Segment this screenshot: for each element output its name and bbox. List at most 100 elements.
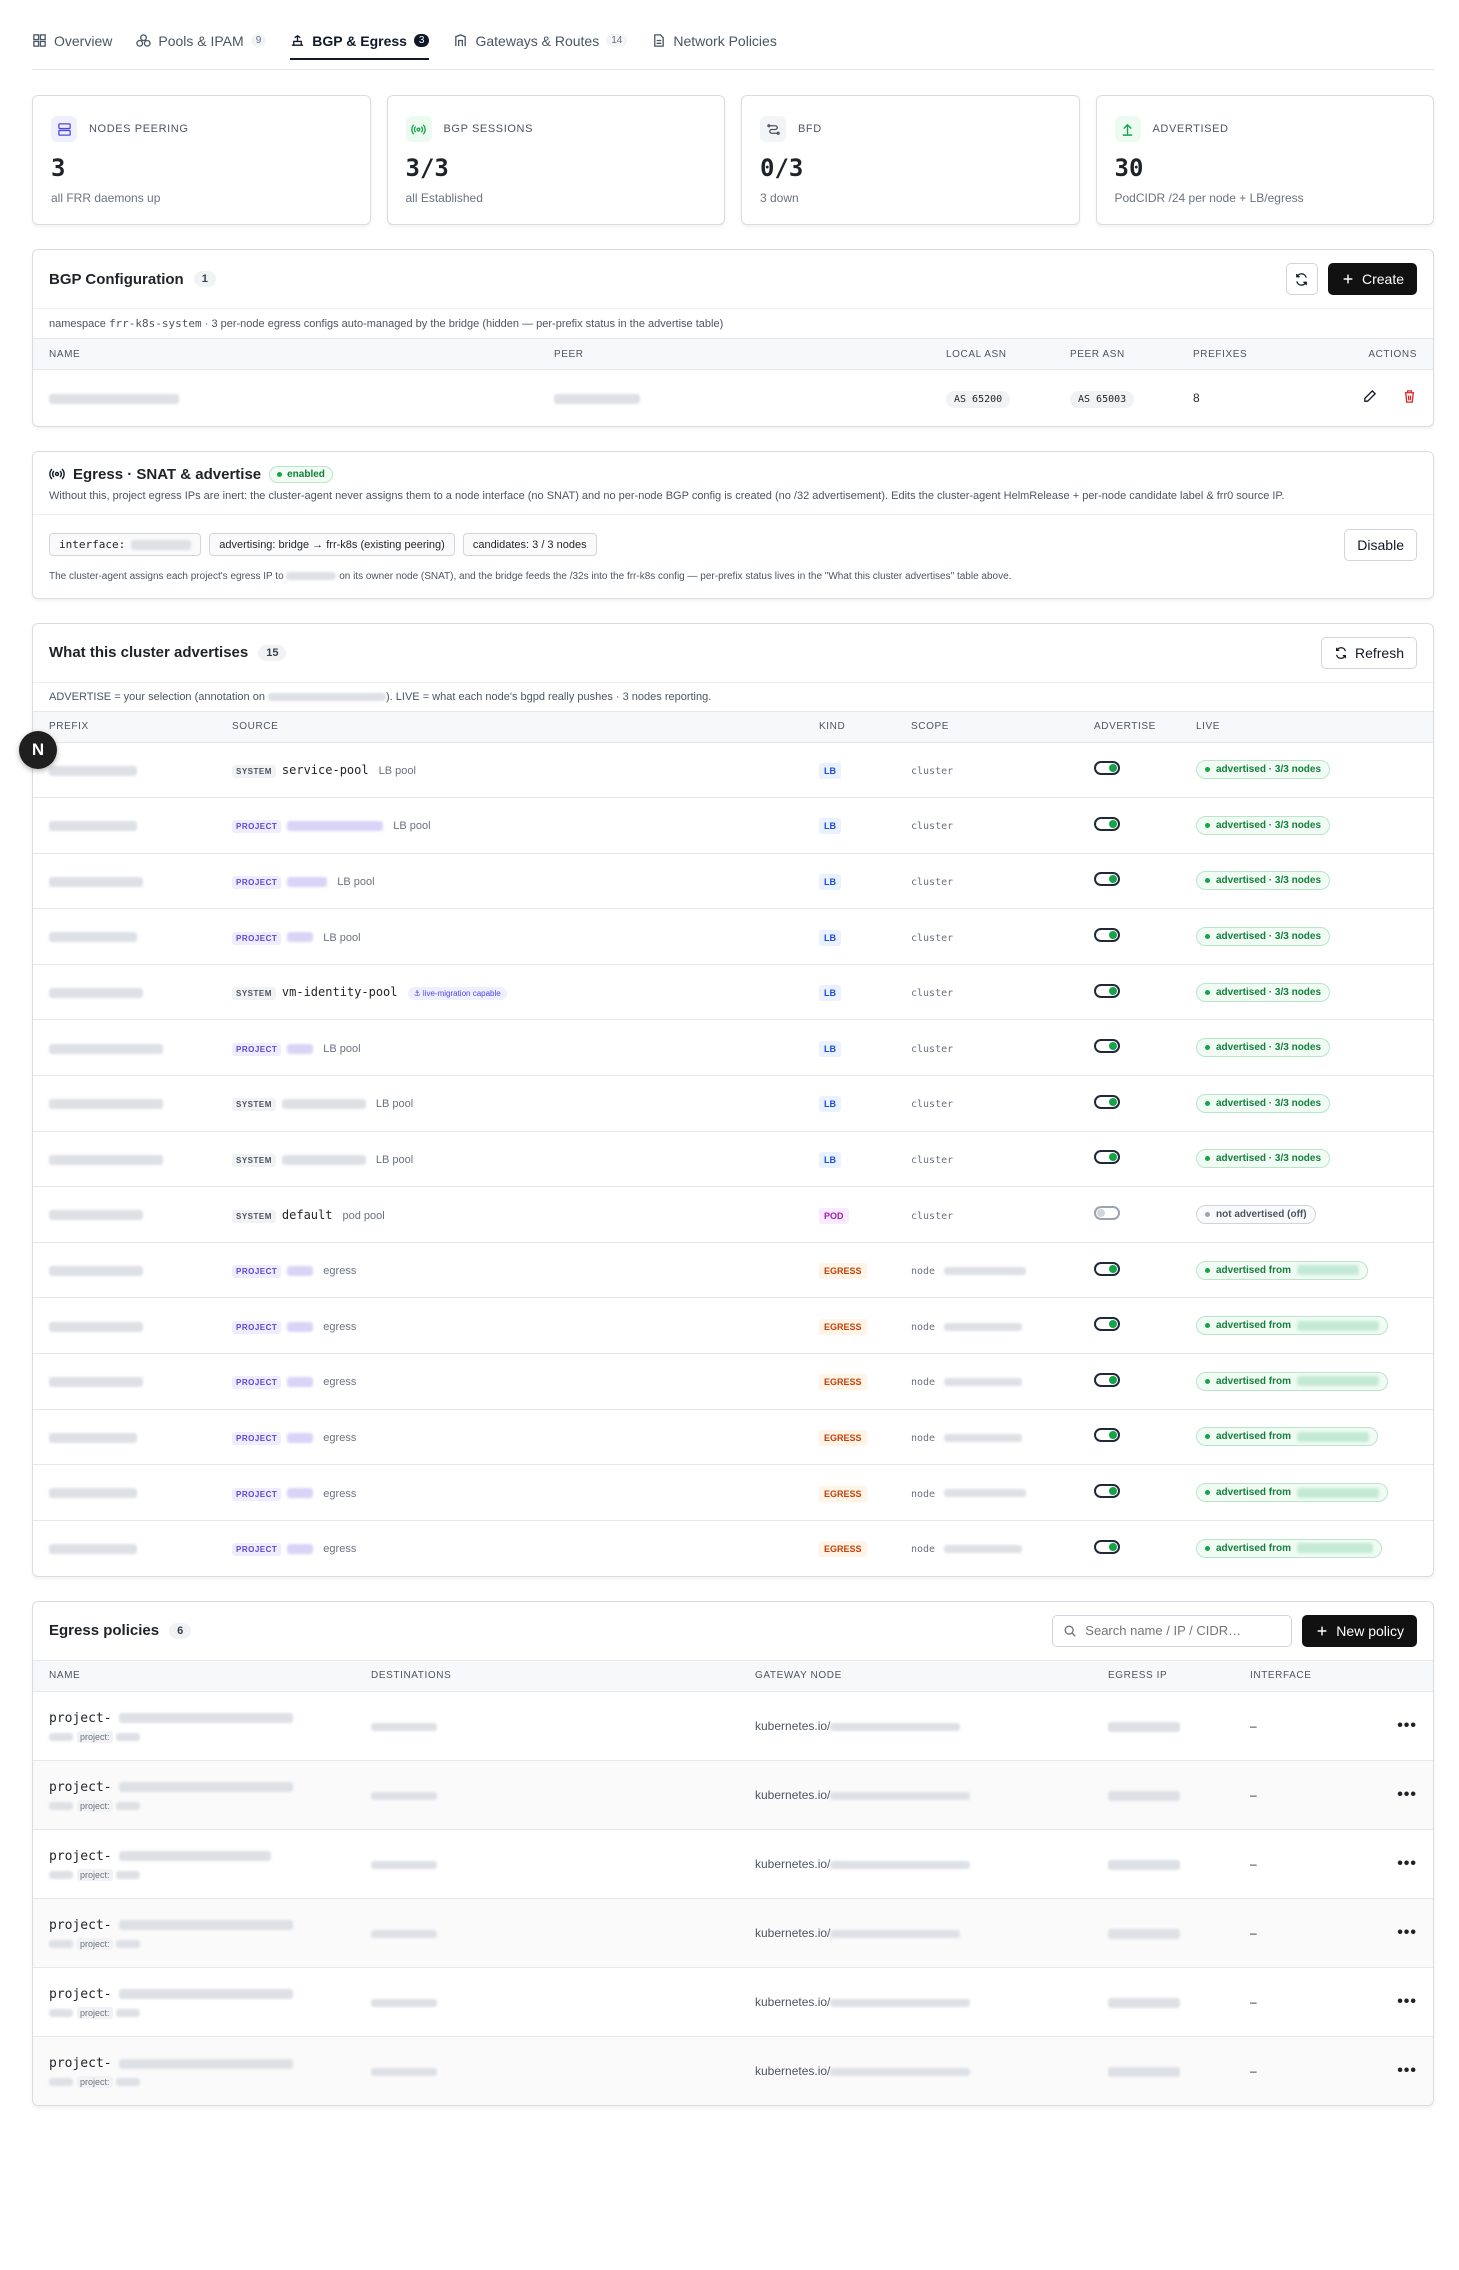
source-kind: egress	[323, 1487, 357, 1500]
source-kind: egress	[323, 1543, 357, 1556]
source-type-badge: SYSTEM	[232, 987, 276, 1001]
stat-label: NODES PEERING	[89, 123, 189, 135]
refresh-button[interactable]: Refresh	[1320, 636, 1417, 669]
bgp-table: NAME PEER LOCAL ASN PEER ASN PREFIXES AC…	[33, 338, 1433, 426]
disable-button[interactable]: Disable	[1344, 528, 1417, 561]
advertise-toggle[interactable]	[1094, 872, 1120, 887]
row-menu-icon[interactable]: •••	[1397, 1924, 1417, 1941]
table-row: PROJECT egress EGRESS node advertised from	[33, 1297, 1433, 1355]
kind-badge: EGRESS	[819, 1318, 867, 1335]
refresh-button[interactable]	[1285, 263, 1318, 295]
scope: node	[911, 1544, 936, 1556]
advertise-toggle[interactable]	[1094, 816, 1120, 831]
create-button[interactable]: Create	[1327, 263, 1417, 295]
tab-gateways-routes[interactable]: Gateways & Routes 14	[453, 0, 628, 70]
redacted-prefix	[49, 932, 137, 943]
live-text: advertised · 3/3 nodes	[1216, 1153, 1322, 1165]
redacted-node	[1297, 1320, 1380, 1331]
button-label: Refresh	[1354, 644, 1404, 661]
redacted-prefix	[49, 1377, 143, 1388]
tab-label: Gateways & Routes	[475, 32, 600, 49]
tab-overview[interactable]: Overview	[32, 0, 112, 70]
scope: node	[911, 1377, 936, 1389]
advertise-toggle[interactable]	[1094, 761, 1120, 776]
redacted-project	[115, 1870, 140, 1879]
delete-button[interactable]	[1402, 389, 1417, 407]
kind-badge: POD	[819, 1207, 849, 1224]
count-badge: 1	[193, 271, 216, 287]
advertise-toggle[interactable]	[1094, 983, 1120, 998]
kind-badge: EGRESS	[819, 1429, 867, 1446]
advertise-toggle[interactable]	[1094, 1484, 1120, 1499]
floating-avatar-button[interactable]: N	[19, 731, 57, 769]
advertise-toggle[interactable]	[1094, 928, 1120, 943]
advertise-toggle[interactable]	[1094, 1317, 1120, 1332]
live-text: advertised · 3/3 nodes	[1216, 986, 1322, 998]
advertise-toggle[interactable]	[1094, 1094, 1120, 1109]
count-badge: 15	[258, 644, 287, 661]
table-row[interactable]: project- project: kubernetes.io/ – •••	[33, 1898, 1433, 1968]
tab-network-policies[interactable]: Network Policies	[651, 0, 777, 70]
redacted-source	[287, 1321, 314, 1332]
table-row[interactable]: project- project: kubernetes.io/ – •••	[33, 1691, 1433, 1761]
advertise-toggle[interactable]	[1094, 1428, 1120, 1443]
tab-bgp-egress[interactable]: BGP & Egress 3	[290, 0, 430, 70]
table-row[interactable]: project- project: kubernetes.io/ – •••	[33, 1829, 1433, 1899]
table-row[interactable]: project- project: kubernetes.io/ – •••	[33, 2036, 1433, 2106]
redacted-name	[119, 1989, 294, 2000]
redacted-egress-ip	[1108, 1721, 1180, 1732]
table-row[interactable]: project- project: kubernetes.io/ – •••	[33, 1760, 1433, 1830]
candidates-chip: candidates: 3 / 3 nodes	[462, 533, 597, 556]
project-label: project:	[77, 1799, 113, 1812]
redacted-name	[119, 2058, 294, 2069]
redacted-project	[115, 2008, 140, 2017]
redacted-project	[115, 1801, 140, 1810]
source-kind: LB pool	[337, 875, 375, 888]
refresh-icon	[1296, 272, 1308, 286]
live-status: advertised from	[1196, 1260, 1369, 1280]
source-type-badge: SYSTEM	[232, 1153, 276, 1167]
source-kind: egress	[323, 1265, 357, 1278]
advertise-toggle[interactable]	[1094, 1039, 1120, 1054]
row-menu-icon[interactable]: •••	[1397, 1786, 1417, 1803]
tab-pools-ipam[interactable]: Pools & IPAM 9	[136, 0, 267, 70]
row-menu-icon[interactable]: •••	[1397, 1993, 1417, 2010]
advertise-toggle[interactable]	[1094, 1206, 1120, 1221]
advertise-toggle[interactable]	[1094, 1372, 1120, 1387]
tab-count: 14	[606, 34, 628, 47]
advertise-toggle[interactable]	[1094, 1539, 1120, 1554]
row-menu-icon[interactable]: •••	[1397, 1717, 1417, 1734]
advertise-toggle[interactable]	[1094, 1261, 1120, 1276]
edit-button[interactable]	[1362, 389, 1377, 407]
source-kind: pod pool	[342, 1209, 385, 1222]
live-status: advertised · 3/3 nodes	[1196, 760, 1331, 780]
new-policy-button[interactable]: New policy	[1302, 1614, 1417, 1647]
redacted-prefix	[49, 1265, 143, 1276]
redacted-source	[287, 1544, 314, 1555]
row-menu-icon[interactable]: •••	[1397, 1855, 1417, 1872]
egress-policies-card: Egress policies 6 New policy NAME DESTIN…	[32, 1600, 1434, 2107]
redacted-node	[830, 1929, 961, 1938]
redacted-name	[49, 1870, 73, 1879]
document-icon	[654, 34, 665, 47]
live-text: advertised from	[1216, 1487, 1292, 1499]
redacted-node	[944, 1489, 1027, 1498]
row-menu-icon[interactable]: •••	[1397, 2062, 1417, 2079]
redacted-destinations	[371, 1791, 437, 1800]
col-name: NAME	[33, 338, 538, 370]
redacted-name	[49, 1732, 73, 1741]
redacted-source	[287, 821, 384, 832]
advertise-toggle[interactable]	[1094, 1150, 1120, 1165]
search-input[interactable]	[1085, 1623, 1266, 1639]
grid-icon	[33, 34, 46, 47]
peer-asn: AS 65003	[1070, 390, 1135, 408]
gateway-node: kubernetes.io/	[755, 1994, 831, 2009]
live-status: advertised · 3/3 nodes	[1196, 1093, 1331, 1113]
col-interface: INTERFACE	[1234, 1659, 1374, 1692]
source-name: default	[281, 1207, 333, 1222]
interface-value: –	[1234, 2036, 1374, 2106]
redacted-node	[944, 1322, 1023, 1331]
table-row[interactable]: project- project: kubernetes.io/ – •••	[33, 1967, 1433, 2037]
network-icon	[292, 35, 304, 46]
broadcast-icon	[49, 468, 65, 480]
